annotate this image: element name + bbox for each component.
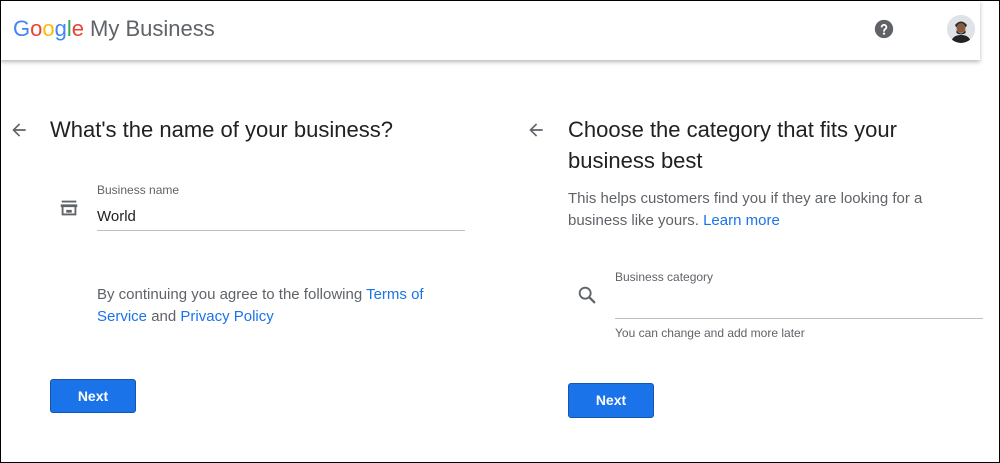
logo-letter: o bbox=[30, 16, 43, 41]
input-underline bbox=[615, 318, 983, 319]
category-title-line-1: Choose the category that fits your bbox=[568, 117, 897, 142]
page-title: What's the name of your business? bbox=[50, 117, 393, 142]
search-icon bbox=[578, 286, 596, 304]
logo-letter: g bbox=[54, 16, 67, 41]
storefront-icon bbox=[60, 200, 78, 216]
arrow-back-icon[interactable] bbox=[9, 120, 29, 140]
business-category-label: Business category bbox=[615, 270, 714, 284]
logo-letter: e bbox=[71, 16, 85, 41]
business-name-label: Business name bbox=[97, 183, 180, 197]
terms-agreement-text: By continuing you agree to the following… bbox=[97, 284, 467, 328]
avatar[interactable] bbox=[947, 15, 975, 43]
person-avatar-icon bbox=[947, 15, 975, 43]
helper-text: You can change and add more later bbox=[615, 326, 805, 340]
logo-letter: o bbox=[42, 16, 55, 41]
help-circle-icon[interactable] bbox=[874, 19, 894, 39]
category-title-line-2: business best bbox=[568, 148, 703, 173]
agreement-prefix: By continuing you agree to the following bbox=[97, 286, 367, 303]
logo-letter: G bbox=[13, 16, 31, 41]
product-name: My Business bbox=[90, 16, 215, 41]
input-underline bbox=[97, 230, 465, 231]
learn-more-link[interactable]: Learn more bbox=[703, 212, 780, 229]
privacy-policy-link[interactable]: Privacy Policy bbox=[180, 308, 273, 325]
agreement-and: and bbox=[147, 308, 181, 325]
google-my-business-logo[interactable]: Google My Business bbox=[13, 16, 215, 42]
category-description: This helps customers find you if they ar… bbox=[568, 188, 968, 232]
arrow-back-icon[interactable] bbox=[526, 120, 546, 140]
business-name-input[interactable]: World bbox=[97, 208, 465, 230]
app-header: Google My Business bbox=[0, 0, 980, 60]
business-category-input[interactable] bbox=[615, 296, 983, 318]
next-button[interactable]: Next bbox=[568, 383, 654, 418]
next-button[interactable]: Next bbox=[50, 379, 136, 413]
